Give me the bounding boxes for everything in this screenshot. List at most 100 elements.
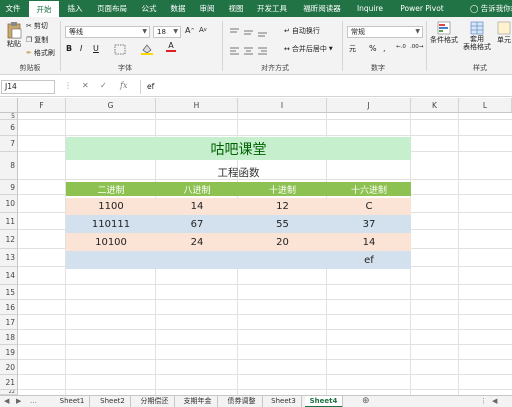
row-header[interactable]: 6 (0, 120, 18, 136)
column-header-k[interactable]: K (411, 98, 459, 113)
tab-power-pivot[interactable]: Power Pivot (397, 0, 447, 17)
copy-button[interactable]: ❐ 复制 (26, 35, 48, 45)
tab-page-layout[interactable]: 页面布局 (92, 0, 132, 17)
column-header-h[interactable]: H (156, 98, 238, 113)
table-header-binary[interactable]: 二进制 (66, 182, 156, 196)
font-color-button[interactable]: A (166, 42, 176, 52)
more-icon[interactable]: … (30, 396, 37, 407)
row-header[interactable]: 21 (0, 375, 18, 390)
table-cell[interactable]: 14 (327, 233, 411, 251)
sheet-tab-installment[interactable]: 分期偿还 (135, 396, 175, 407)
table-cell[interactable]: 67 (156, 215, 238, 233)
row-header[interactable]: 20 (0, 360, 18, 375)
table-cell[interactable] (156, 251, 238, 269)
conditional-format-button[interactable]: 条件格式 (429, 21, 459, 45)
column-header-j[interactable]: J (327, 98, 411, 113)
table-cell[interactable]: 37 (327, 215, 411, 233)
comma-button[interactable]: , (383, 44, 386, 53)
table-cell[interactable]: 55 (238, 215, 327, 233)
font-name-select[interactable]: 等线 ▼ (65, 26, 150, 38)
bold-button[interactable]: B (66, 44, 72, 53)
sheet-tab-annuity[interactable]: 支期年金 (178, 396, 218, 407)
row-header[interactable]: 13 (0, 249, 18, 267)
underline-button[interactable]: U (93, 44, 99, 53)
table-cell[interactable]: 14 (156, 198, 238, 215)
table-cell[interactable] (66, 251, 156, 269)
row-header[interactable]: 9 (0, 180, 18, 195)
row-header[interactable]: 19 (0, 345, 18, 360)
scroll-left-icon[interactable]: ◀ (492, 396, 497, 407)
enter-icon[interactable]: ✓ (100, 81, 107, 90)
table-header-hex[interactable]: 十六进制 (327, 182, 411, 196)
scroll-right-icon[interactable]: ▶ (16, 396, 21, 407)
row-header[interactable]: 15 (0, 285, 18, 300)
tab-inquire[interactable]: Inquire (353, 0, 387, 17)
tab-review[interactable]: 审阅 (196, 0, 218, 17)
table-cell[interactable]: C (327, 198, 411, 215)
decrease-decimal-button[interactable]: .00→ (410, 44, 423, 50)
sheet-tab-sheet1[interactable]: Sheet1 (55, 396, 90, 407)
formula-input[interactable]: ef (140, 80, 512, 94)
column-header-l[interactable]: L (459, 98, 512, 113)
table-cell[interactable]: 1100 (66, 198, 156, 215)
sheet-subtitle-cell[interactable]: 工程函数 (66, 164, 411, 180)
add-sheet-icon[interactable]: ⊕ (362, 396, 370, 407)
cancel-icon[interactable]: ✕ (82, 81, 89, 90)
sheet-tab-sheet3[interactable]: Sheet3 (266, 396, 302, 407)
column-header-g[interactable]: G (66, 98, 156, 113)
table-cell[interactable]: 20 (238, 233, 327, 251)
insert-function-icon[interactable]: fx (120, 81, 127, 90)
row-header[interactable]: 16 (0, 300, 18, 315)
row-header[interactable]: 17 (0, 315, 18, 330)
borders-icon[interactable] (114, 44, 126, 55)
tell-me-search[interactable]: ◯ 告诉我你想要做 (470, 0, 512, 17)
tab-home[interactable]: 开始 (29, 1, 59, 17)
accounting-format-button[interactable]: 元 (349, 44, 356, 54)
merge-center-button[interactable]: ↔ 合并后居中 ▼ (284, 44, 333, 54)
row-header[interactable]: 11 (0, 213, 18, 230)
format-painter-button[interactable]: ✒ 格式刷 (26, 48, 55, 58)
table-cell[interactable]: 110111 (66, 215, 156, 233)
sheet-tab-bond[interactable]: 债券调整 (221, 396, 263, 407)
horizontal-align-icons[interactable] (229, 46, 281, 56)
row-header[interactable]: 14 (0, 267, 18, 285)
table-cell[interactable]: 10100 (66, 233, 156, 251)
worksheet-grid[interactable]: F G H I J K L 5 6 7 8 9 10 11 12 13 14 1… (0, 98, 512, 395)
percent-button[interactable]: % (369, 44, 377, 53)
table-cell[interactable]: 12 (238, 198, 327, 215)
italic-button[interactable]: I (80, 44, 82, 53)
tab-insert[interactable]: 插入 (63, 0, 87, 17)
decrease-font-button[interactable]: Av (199, 26, 207, 34)
tab-view[interactable]: 视图 (225, 0, 247, 17)
sheet-tab-sheet4[interactable]: Sheet4 (305, 396, 343, 407)
sheet-tab-sheet2[interactable]: Sheet2 (95, 396, 131, 407)
table-header-decimal[interactable]: 十进制 (238, 182, 327, 196)
tab-data[interactable]: 数据 (167, 0, 189, 17)
fill-color-icon[interactable] (140, 43, 154, 55)
more-icon[interactable]: ⋮ (480, 396, 487, 407)
row-header[interactable]: 18 (0, 330, 18, 345)
table-cell[interactable] (238, 251, 327, 269)
increase-decimal-button[interactable]: ←.0 (396, 44, 406, 50)
select-all-corner[interactable] (0, 98, 18, 113)
scroll-left-icon[interactable]: ◀ (4, 396, 9, 407)
paste-button[interactable]: 粘贴 (3, 21, 25, 49)
tab-formulas[interactable]: 公式 (138, 0, 160, 17)
table-cell[interactable]: ef (327, 251, 411, 269)
font-size-select[interactable]: 18 ▼ (153, 26, 181, 38)
wrap-text-button[interactable]: ↵ 自动换行 (284, 26, 320, 36)
tab-file[interactable]: 文件 (2, 0, 24, 17)
row-header[interactable]: 8 (0, 152, 18, 180)
table-cell[interactable]: 24 (156, 233, 238, 251)
table-header-octal[interactable]: 八进制 (156, 182, 238, 196)
vertical-align-icons[interactable] (229, 27, 281, 37)
increase-font-button[interactable]: A ^ (185, 26, 195, 35)
sheet-title-cell[interactable]: 咕吧课堂 (66, 137, 411, 160)
tab-foxit[interactable]: 福昕阅读器 (296, 0, 348, 17)
format-as-table-button[interactable]: 套用 表格格式 (462, 21, 492, 51)
row-header[interactable]: 10 (0, 195, 18, 213)
row-header[interactable]: 7 (0, 136, 18, 152)
number-format-select[interactable]: 常规 ▼ (347, 26, 423, 38)
column-header-i[interactable]: I (238, 98, 327, 113)
tab-developer[interactable]: 开发工具 (253, 0, 291, 17)
